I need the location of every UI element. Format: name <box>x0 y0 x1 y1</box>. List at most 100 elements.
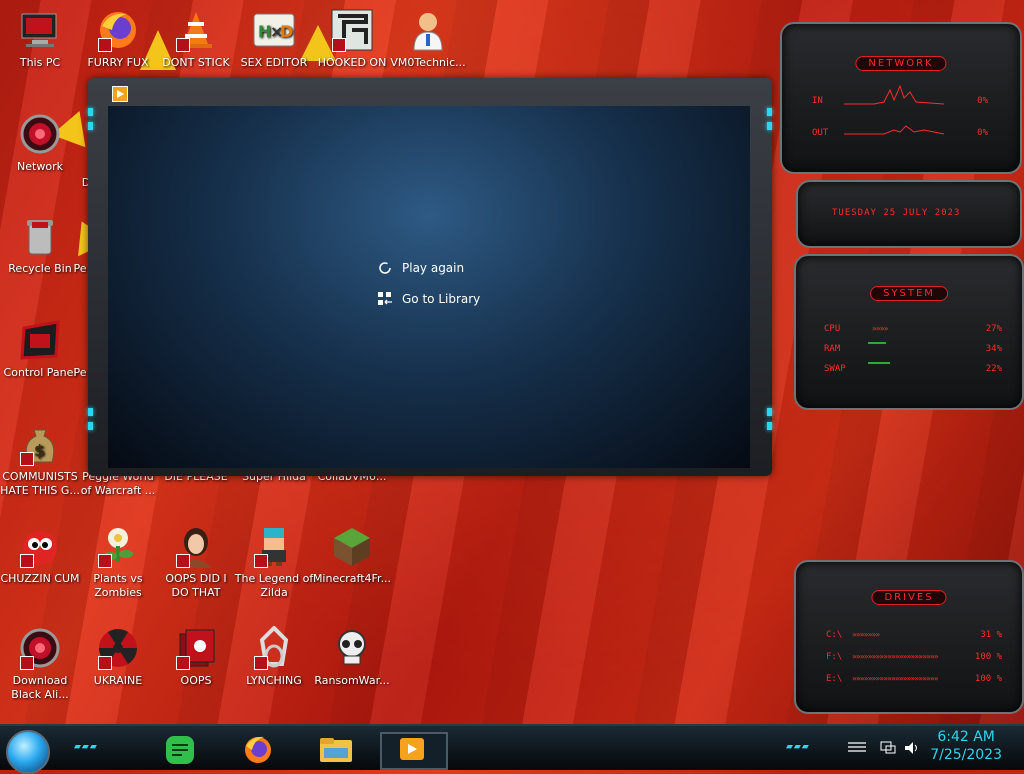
clock-time: 6:42 AM <box>937 729 995 745</box>
pixel-hero-icon <box>252 524 296 568</box>
desktop-icon-lynching[interactable]: LYNCHING <box>234 625 314 688</box>
desktop-icon-plants-vs-zombies[interactable]: Plants vs Zombies <box>78 524 158 600</box>
desktop-icon-label: Plants vs Zombies <box>93 572 143 599</box>
desktop-icon-label: OOPS <box>180 674 212 687</box>
notes-app-icon <box>166 736 194 764</box>
red-fuzzy-creature-icon <box>18 524 62 568</box>
ram-value: 34% <box>985 344 1002 354</box>
play-again-button[interactable]: Play again <box>378 261 464 275</box>
desktop-icon-hooked-on[interactable]: HOOKED ON <box>312 8 392 70</box>
window-frame-light <box>767 108 772 116</box>
desktop-icon-oops-did-i[interactable]: OOPS DID I DO THAT <box>156 524 236 600</box>
vlc-cone-icon <box>174 8 218 52</box>
window-frame-light <box>88 108 93 116</box>
window-title-bar[interactable] <box>88 78 772 104</box>
desktop-icon-vm0technic[interactable]: VM0Technic... <box>388 8 468 70</box>
date-widget-text: TUESDAY 25 JULY 2023 <box>832 208 961 218</box>
shortcut-badge-icon <box>332 38 346 52</box>
ram-bar <box>868 342 886 344</box>
desktop-icon-oops[interactable]: OOPS <box>156 626 236 688</box>
taskbar-stripes-icon <box>848 742 866 754</box>
desktop-icon-network[interactable]: Network <box>0 112 80 174</box>
desktop-icon-download-black[interactable]: Download Black Ali... <box>0 626 80 702</box>
swap-bar <box>868 362 890 364</box>
desktop-icon-this-pc[interactable]: This PC <box>0 8 80 70</box>
desktop-icon-label: UKRAINE <box>93 674 143 687</box>
go-to-library-label: Go to Library <box>402 292 481 306</box>
play-again-label: Play again <box>402 261 465 275</box>
network-in-label: IN <box>812 96 823 106</box>
taskbar: ▰▰▰ ▰▰▰ 6:42 AM 7/25/2023 <box>0 724 1024 774</box>
window-frame-light <box>88 408 93 416</box>
taskbar-deco-lights: ▰▰▰ <box>786 742 810 752</box>
shortcut-badge-icon <box>20 452 34 466</box>
taskbar-clock[interactable]: 6:42 AM 7/25/2023 <box>930 728 1002 764</box>
replay-icon <box>378 261 392 275</box>
desktop-icon-ukraine[interactable]: UKRAINE <box>78 626 158 688</box>
shortcut-badge-icon <box>254 554 268 568</box>
media-player-app-icon <box>400 738 424 760</box>
network-tray-icon[interactable] <box>880 740 896 754</box>
drive-e-label: E:\ <box>826 674 843 684</box>
drive-c-label: C:\ <box>826 630 843 640</box>
shortcut-badge-icon <box>254 656 268 670</box>
shortcut-badge-icon <box>98 38 112 52</box>
taskbar-notes-app[interactable] <box>160 734 200 766</box>
volume-tray-icon[interactable] <box>904 740 920 754</box>
window-frame-light <box>767 122 772 130</box>
media-player-window[interactable]: Play again Go to Library <box>88 78 772 476</box>
desktop-icon-communists[interactable]: $ COMMUNISTS HATE THIS G... <box>0 422 80 498</box>
desktop-icon-sex-editor[interactable]: H × D SEX EDITOR <box>234 8 314 70</box>
go-to-library-button[interactable]: Go to Library <box>378 292 480 306</box>
network-globe-icon <box>18 626 62 670</box>
network-out-graph <box>844 125 944 135</box>
desktop-icon-label: VM0Technic... <box>390 56 466 69</box>
skull-icon <box>330 626 374 670</box>
system-widget-title: SYSTEM <box>870 286 948 301</box>
flower-plant-icon <box>96 524 140 568</box>
desktop-icon-dont-stick[interactable]: DONT STICK <box>156 8 236 70</box>
desktop-icon-label: DONT STICK <box>162 56 230 69</box>
radiation-icon <box>96 626 140 670</box>
start-button[interactable] <box>6 730 50 774</box>
desktop-icon-label: HOOKED ON <box>317 56 387 69</box>
desktop-icon-furry-fux[interactable]: FURRY FUX <box>78 8 158 70</box>
desktop-icon-ransomware[interactable]: RansomWar... <box>312 626 392 688</box>
desktop-icon-label: Download Black Ali... <box>11 674 69 701</box>
drive-c-bar: »»»»»»» <box>852 630 880 639</box>
desktop-icon-label: Network <box>17 160 63 173</box>
maze-app-icon <box>330 8 374 52</box>
desktop-icon-label: This PC <box>19 56 61 69</box>
grass-block-icon <box>330 524 374 568</box>
desktop-icon-chuzzin[interactable]: CHUZZIN CUM <box>0 524 80 586</box>
drives-widget: DRIVES C:\ »»»»»»» 31 % F:\ »»»»»»»»»»»»… <box>794 560 1024 714</box>
video-area[interactable]: Play again Go to Library <box>108 106 750 468</box>
window-frame-light <box>767 422 772 430</box>
desktop-icon-label: CHUZZIN CUM <box>0 572 80 585</box>
desktop-icon-label: LYNCHING <box>246 674 302 687</box>
desktop-icon-label: RansomWar... <box>314 674 390 687</box>
desktop-icon-label: SEX EDITOR <box>240 56 308 69</box>
library-icon <box>378 292 392 306</box>
network-out-value: 0% <box>977 128 988 138</box>
media-player-app-icon <box>112 86 128 102</box>
taskbar-file-explorer[interactable] <box>316 734 356 766</box>
taskbar-deco-lights: ▰▰▰ <box>74 742 98 752</box>
shortcut-badge-icon <box>20 554 34 568</box>
shortcut-badge-icon <box>176 38 190 52</box>
cpu-bar: »»»» <box>872 324 889 333</box>
desktop-icon-label: FURRY FUX <box>87 56 149 69</box>
taskbar-firefox[interactable] <box>238 734 278 766</box>
svg-text:$: $ <box>34 441 45 460</box>
desktop-icon-zilda[interactable]: The Legend of Zilda <box>234 524 314 600</box>
control-panel-icon <box>18 318 62 362</box>
desktop-icon-minecraft[interactable]: Minecraft4Fr... <box>312 524 392 586</box>
clock-date: 7/25/2023 <box>930 747 1002 763</box>
taskbar-media-player[interactable] <box>380 732 448 770</box>
cpu-value: 27% <box>985 324 1002 334</box>
shortcut-badge-icon <box>98 656 112 670</box>
money-bag-icon: $ <box>18 422 62 466</box>
network-in-value: 0% <box>977 96 988 106</box>
drive-f-value: 100 % <box>974 652 1002 662</box>
portrait-painting-icon <box>174 524 218 568</box>
